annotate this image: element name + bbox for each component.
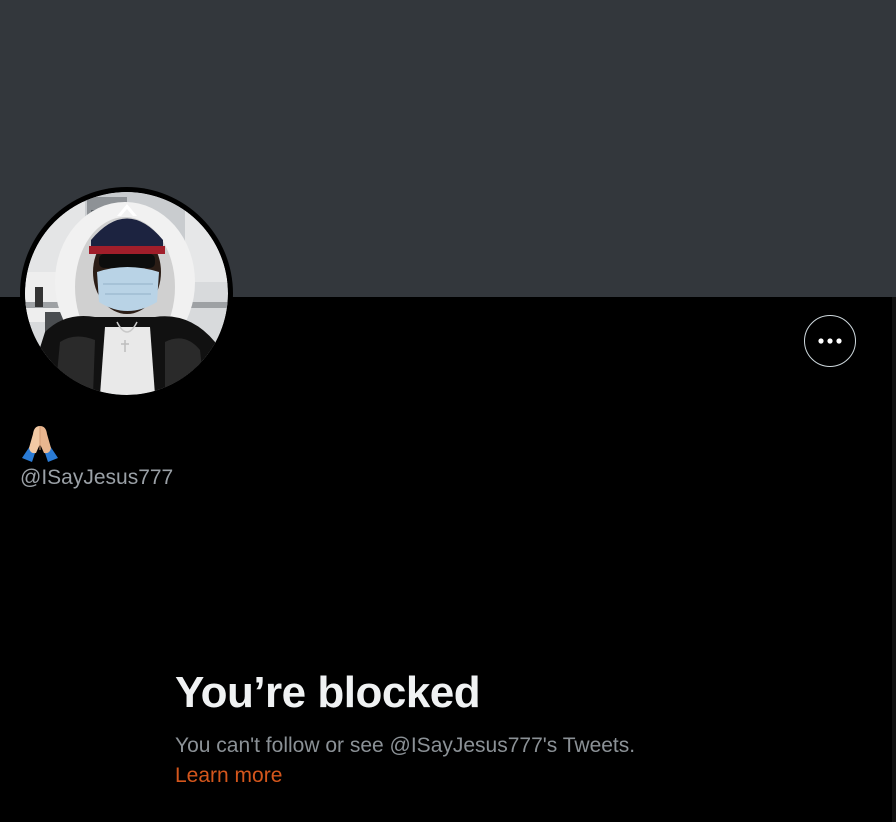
more-horizontal-icon xyxy=(818,338,842,344)
blocked-message: You can't follow or see @ISayJesus777's … xyxy=(175,734,636,757)
blocked-title: You’re blocked xyxy=(175,668,481,717)
profile-avatar[interactable] xyxy=(20,187,233,400)
folded-hands-emoji-icon xyxy=(22,426,58,462)
scrollbar-track[interactable] xyxy=(892,297,896,822)
display-name xyxy=(20,420,60,464)
avatar-image xyxy=(25,192,228,395)
more-options-button[interactable] xyxy=(804,315,856,367)
blocked-notice: You’re blocked You can't follow or see @… xyxy=(175,665,735,791)
learn-more-link[interactable]: Learn more xyxy=(175,761,282,791)
profile-handle: @ISayJesus777 xyxy=(20,466,174,489)
